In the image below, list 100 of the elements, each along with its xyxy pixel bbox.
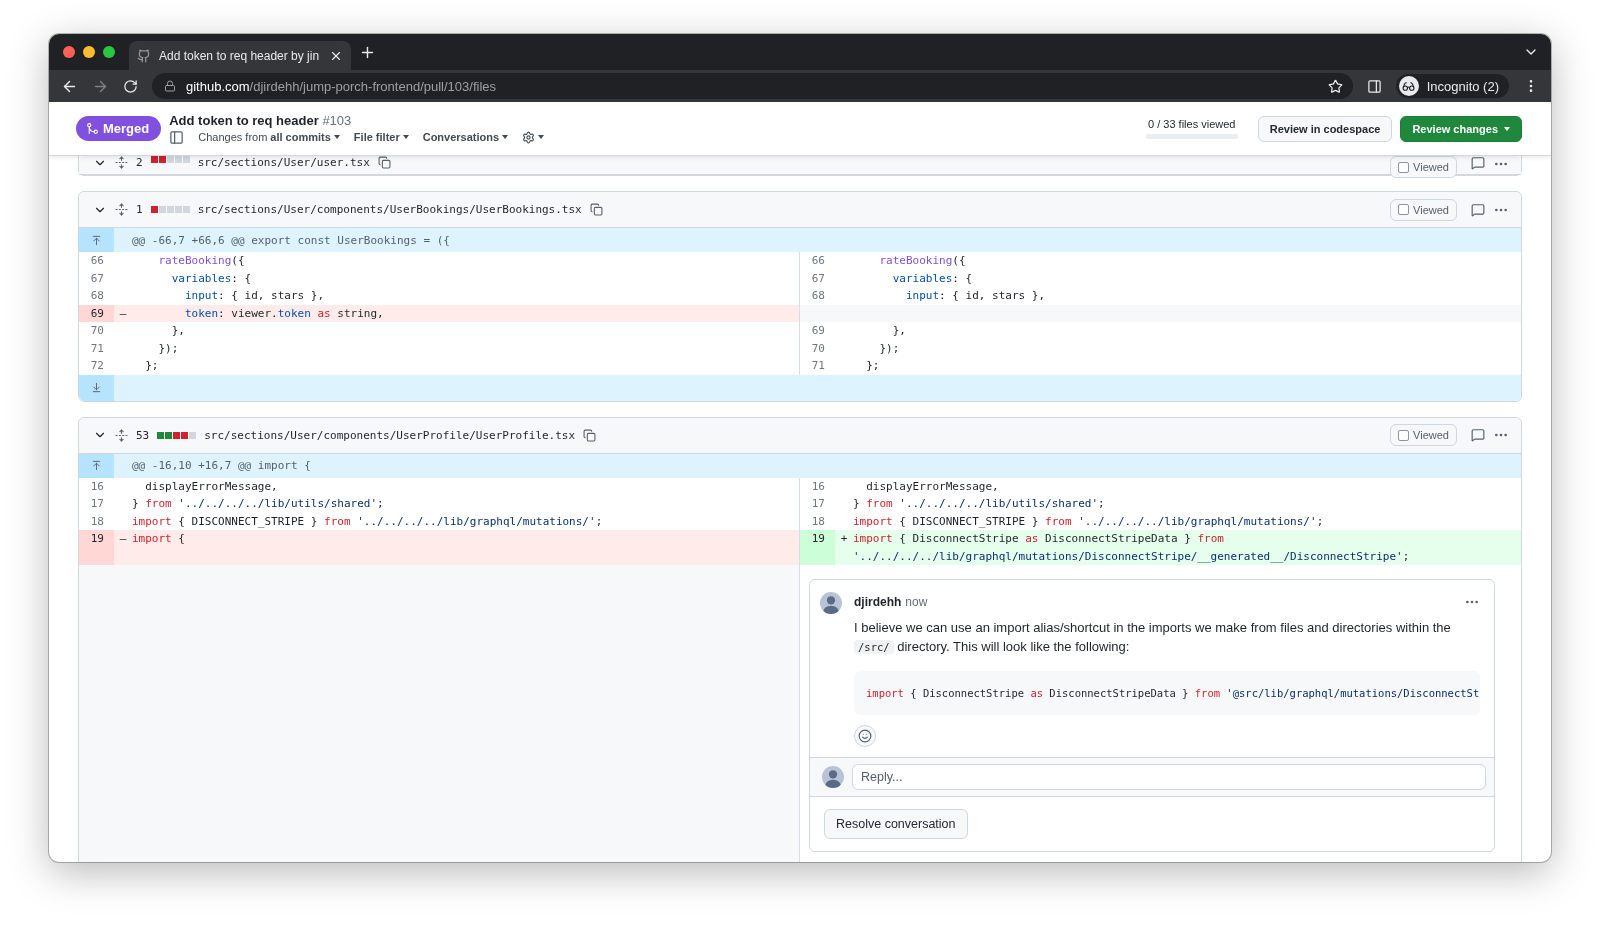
filter-dropdown[interactable]: File filter (353, 131, 409, 143)
line-number[interactable]: 72 (90, 357, 104, 375)
change-count: 53 (136, 428, 150, 442)
code-line: variables: { (170, 270, 253, 287)
viewed-checkbox[interactable] (1398, 204, 1410, 215)
reply-field[interactable]: Reply... (852, 764, 1486, 790)
line-number[interactable]: 16 (811, 477, 825, 495)
line-number[interactable]: 17 (90, 495, 104, 513)
line-number[interactable]: 16 (90, 477, 104, 495)
code-line: }; (865, 358, 881, 374)
change-count: 1 (136, 203, 143, 216)
avatar (820, 592, 842, 614)
diff-marker: + (839, 531, 849, 547)
line-number[interactable]: 67 (90, 269, 104, 287)
diff-marker: – (118, 531, 128, 547)
files-viewed-count: 0 / 33 files viewed (1148, 118, 1236, 130)
code-line: token: viewer.token as string, (184, 305, 385, 322)
review-changes-button[interactable]: Review changes (1400, 115, 1522, 142)
close-window-icon[interactable] (63, 46, 75, 58)
code-line: } from '../../../../lib/utils/shared'; (853, 496, 1106, 512)
line-number[interactable]: 70 (811, 339, 825, 357)
code-line: rateBooking({ (157, 253, 246, 269)
commits-dropdown[interactable]: Changes from all commits (198, 131, 340, 143)
file-path[interactable]: src/sections/User/components/UserBookings/UserBookings.tsx (197, 203, 582, 216)
unfold-icon[interactable] (115, 428, 128, 442)
code-line: import { (132, 531, 186, 547)
unfold-icon[interactable] (115, 203, 128, 216)
copy-icon[interactable] (377, 156, 391, 169)
code-line: input: { id, stars }, (184, 288, 326, 304)
viewed-button[interactable]: Viewed (1390, 198, 1457, 221)
line-number[interactable]: 18 (90, 512, 104, 530)
code-line: variables: { (891, 270, 974, 287)
unfold-icon[interactable] (115, 156, 128, 169)
line-number[interactable]: 70 (90, 322, 104, 340)
tab-title: Add token to req header by jin (159, 48, 321, 63)
address-bar[interactable]: github.com/djirdehh/jump-porch-frontend/pull/103/files (152, 73, 1353, 99)
line-number[interactable]: 17 (811, 495, 825, 513)
code-line: displayErrorMessage, (865, 478, 1000, 495)
viewed-checkbox[interactable] (1398, 161, 1410, 173)
reload-icon[interactable] (123, 78, 138, 94)
copy-icon[interactable] (583, 428, 597, 442)
line-number[interactable]: 71 (90, 339, 104, 357)
line-number[interactable]: 68 (811, 287, 825, 305)
expand-up-icon[interactable] (91, 460, 102, 471)
line-number[interactable]: 66 (811, 252, 825, 270)
minimize-window-icon[interactable] (83, 46, 95, 58)
pr-title: Add token to req header #103 (169, 112, 353, 128)
file-path[interactable]: src/sections/User/components/UserProfile/UserProfile.tsx (204, 428, 576, 442)
code-line: input: { id, stars }, (905, 288, 1047, 304)
code-line: import { DISCONNECT_STRIPE } from '../../../../lib/graphql/mutations/'; (132, 513, 604, 530)
viewed-label: Viewed (1413, 203, 1449, 216)
viewed-button[interactable]: Viewed (1390, 424, 1457, 446)
file-path[interactable]: src/sections/User/user.tsx (197, 156, 370, 169)
reaction-button[interactable] (854, 725, 876, 747)
viewed-checkbox[interactable] (1398, 429, 1410, 441)
expand-down-icon[interactable] (91, 382, 102, 393)
line-number[interactable]: 71 (811, 357, 825, 375)
line-number[interactable]: 68 (90, 287, 104, 305)
code-line: rateBooking({ (878, 253, 967, 269)
sidebar-toggle-icon[interactable] (169, 129, 185, 145)
line-number[interactable]: 67 (811, 269, 825, 287)
browser-tab[interactable]: Add token to req header by jin (129, 41, 351, 70)
viewed-label: Viewed (1413, 161, 1449, 173)
code-line: }, (170, 323, 186, 339)
line-number[interactable]: 66 (90, 252, 104, 270)
lock-icon (164, 80, 176, 92)
comment-icon[interactable] (1471, 156, 1485, 170)
code-line: }); (878, 340, 901, 357)
hunk-header: @@ -16,10 +16,7 @@ import { (131, 458, 311, 474)
code-line: import { DisconnectStripe as DisconnectStripeData } from '../../../../lib/graphql/mutations/DisconnectStripe/__generated__/DisconnectStripe'; (853, 531, 1411, 565)
line-number[interactable]: 69 (811, 322, 825, 340)
star-icon[interactable] (1327, 78, 1343, 94)
glasses-icon (1398, 76, 1419, 96)
profile-button[interactable]: Incognito (2) (1395, 74, 1509, 98)
codespace-button[interactable]: Review in codespace (1257, 115, 1393, 142)
diff-marker: – (118, 305, 128, 322)
code-line: }); (157, 340, 180, 357)
code-snippet: import { DisconnectStripe as DisconnectStripeData } from '@src/lib/graphql/mutations/DisconnectSt (854, 671, 1480, 715)
comment-author[interactable]: djirdehh (854, 595, 902, 609)
copy-icon[interactable] (589, 203, 603, 216)
line-number[interactable]: 18 (811, 512, 825, 530)
resolve-button[interactable]: Resolve conversation (824, 809, 968, 839)
merged-badge: Merged (76, 116, 162, 141)
viewed-button[interactable]: Viewed (1390, 156, 1457, 178)
expand-up-icon[interactable] (91, 234, 102, 246)
avatar (822, 766, 844, 788)
comment-text: I believe we can use an import alias/shortcut in the imports we make from files and directories within the /src/ directory. This will look like the following: (854, 619, 1452, 656)
hunk-header: @@ -66,7 +66,6 @@ export const UserBookings = ({ (131, 232, 450, 249)
side-panel-icon[interactable] (1366, 78, 1382, 94)
code-line: displayErrorMessage, (144, 478, 279, 495)
code-line: }, (891, 323, 907, 339)
comment-time: now (905, 595, 928, 609)
maximize-window-icon[interactable] (103, 46, 115, 58)
code-line: } from '../../../../lib/utils/shared'; (132, 496, 385, 512)
filter-dropdown[interactable]: Conversations (422, 131, 509, 143)
comment-icon[interactable] (1471, 202, 1485, 217)
change-count: 2 (136, 156, 143, 169)
comment-icon[interactable] (1471, 428, 1485, 442)
settings-dropdown[interactable] (522, 130, 545, 144)
code-line: }; (144, 358, 160, 374)
